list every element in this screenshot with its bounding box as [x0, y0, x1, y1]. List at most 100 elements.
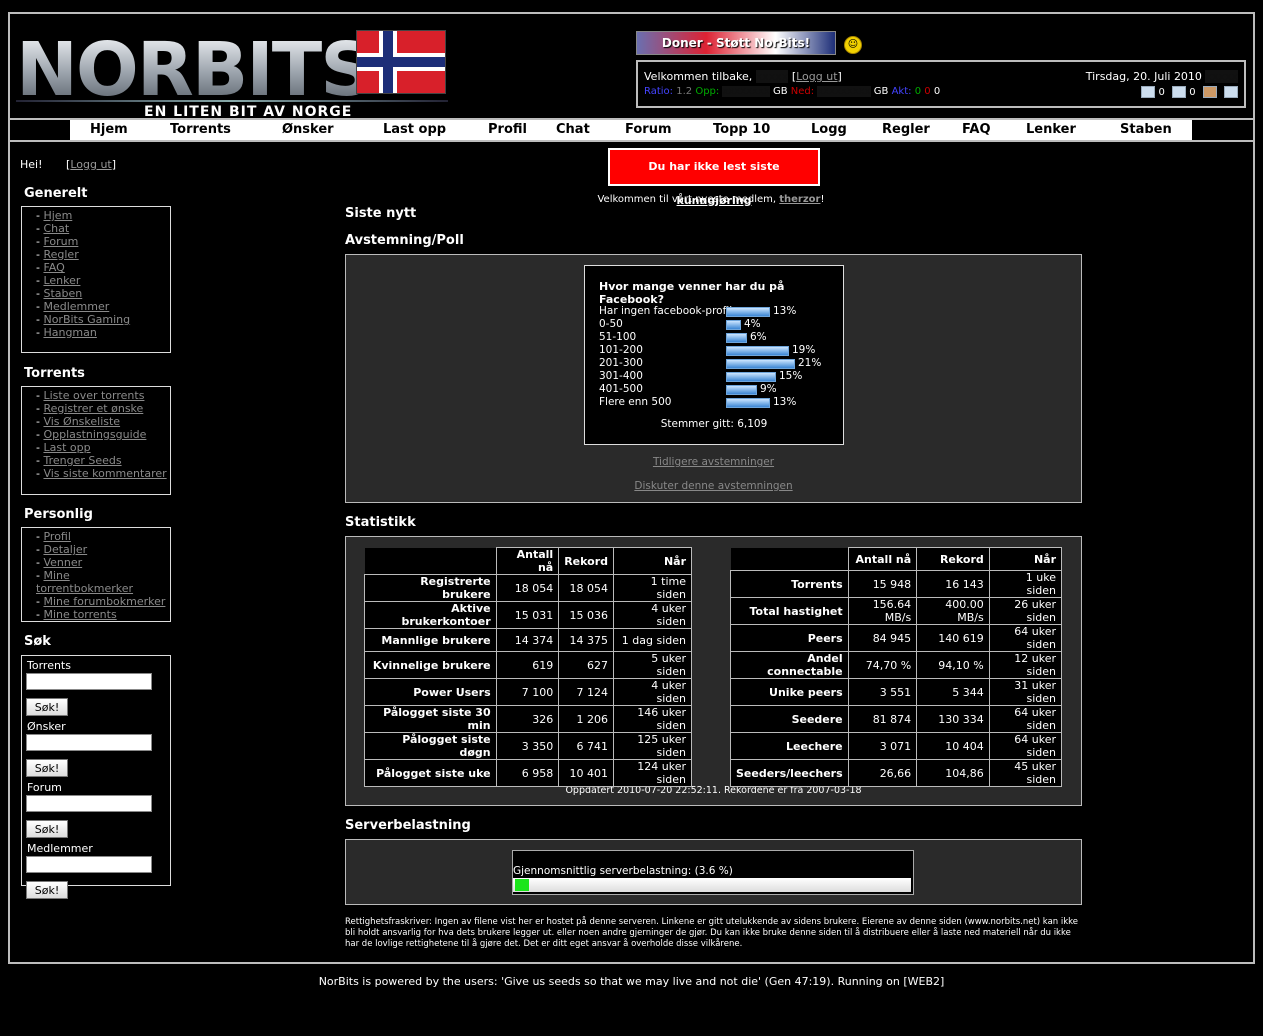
sidebar-box-torrents: - Liste over torrents - Registrer et ønsk… [21, 386, 171, 495]
nav-last-opp[interactable]: Last opp [383, 122, 446, 137]
stats-value: 130 334 [916, 705, 990, 733]
stats-table-torrents: Antall nå Rekord Når Torrents 15 948 16 143 1 … [730, 547, 1063, 787]
inbox-icon[interactable] [1172, 86, 1187, 98]
username-redacted[interactable]: xxxxx [755, 70, 789, 83]
nav-chat[interactable]: Chat [556, 122, 590, 137]
stats-label: Andel connectable [730, 651, 849, 679]
poll-bar [726, 359, 795, 369]
stats-header-0: Antall nå [495, 547, 560, 575]
sidebar-link-lenker[interactable]: Lenker [43, 274, 80, 287]
sidebar-logout-link[interactable]: Logg ut [70, 158, 111, 171]
sidebar-link-staben[interactable]: Staben [43, 287, 82, 300]
search-button-ønsker[interactable]: Søk! [26, 759, 68, 777]
poll-percent: 4% [744, 318, 761, 330]
nav-logg[interactable]: Logg [811, 122, 847, 137]
sidebar-link-liste-over-torrents[interactable]: Liste over torrents [43, 389, 144, 402]
sidebar-link-hangman[interactable]: Hangman [43, 326, 96, 339]
poll-bar [726, 307, 770, 317]
table-row: Pålogget siste uke 6 958 10 401 124 uker si… [364, 759, 692, 787]
poll-bar [726, 333, 747, 343]
sidebar-link-faq[interactable]: FAQ [43, 261, 64, 274]
mail-icon[interactable] [1141, 86, 1156, 98]
greeting-text: Hei! [20, 158, 43, 171]
sidebar-links: - Profil - Detaljer - Venner - Mine torrent… [22, 528, 170, 621]
logout-link[interactable]: Logg ut [796, 70, 837, 83]
sidebar-link-venner[interactable]: Venner [43, 556, 82, 569]
stats-header-row: Antall nå Rekord Når [730, 547, 1063, 571]
sidebar-link-profil[interactable]: Profil [43, 530, 70, 543]
sidebar-link-mine-torrentbokmerker[interactable]: Mine torrentbokmerker [36, 569, 133, 595]
sidebar-link-opplastningsguide[interactable]: Opplastningsguide [43, 428, 146, 441]
sidebar-link-mine-forumbokmerker[interactable]: Mine forumbokmerker [43, 595, 165, 608]
previous-polls-link[interactable]: Tidligere avstemninger [346, 456, 1081, 468]
nav-regler[interactable]: Regler [882, 122, 930, 137]
nav-faq[interactable]: FAQ [962, 122, 991, 137]
sidebar-link-registrer-et-ønske[interactable]: Registrer et ønske [43, 402, 143, 415]
smiley-icon[interactable]: ☺ [844, 36, 862, 54]
pm-count: 0 [1158, 87, 1165, 98]
newest-member-line: Velkommen til vårt nyeste medlem, therzo… [410, 194, 1012, 205]
nav-topp-10[interactable]: Topp 10 [713, 122, 770, 137]
stats-value: 14 374 [495, 628, 560, 652]
newest-member-link[interactable]: therzor [779, 194, 820, 205]
main-navigation: Hjem Torrents Ønsker Last opp Profil Chat Foru… [10, 118, 1253, 142]
sidebar-item: - FAQ [36, 261, 65, 274]
sidebar-link-regler[interactable]: Regler [43, 248, 78, 261]
search-input-medlemmer[interactable] [26, 856, 152, 873]
sidebar-link-detaljer[interactable]: Detaljer [43, 543, 87, 556]
announcement-alert[interactable]: Du har ikke lest siste kunngjøring [608, 148, 820, 207]
site-logo[interactable]: NORBITS EN LITEN BIT AV NORGE [16, 22, 448, 120]
page-frame: NORBITS EN LITEN BIT AV NORGE Doner - St… [8, 12, 1255, 964]
stats-header-blank [364, 547, 497, 575]
search-input-torrents[interactable] [26, 673, 152, 690]
poll-percent: 13% [773, 396, 797, 408]
table-row: Registrerte brukere 18 054 18 054 1 time si… [364, 574, 692, 602]
search-input-ønsker[interactable] [26, 734, 152, 751]
sidebar-link-vis-ønskeliste[interactable]: Vis Ønskeliste [43, 415, 120, 428]
nav-torrents[interactable]: Torrents [170, 122, 231, 137]
search-box: Torrents Søk! Ønsker Søk! Forum Søk! Medlemmer… [21, 655, 171, 899]
donate-banner[interactable]: Doner - Støtt NorBits! [636, 31, 836, 55]
sidebar-link-forum[interactable]: Forum [43, 235, 78, 248]
stats-panel: Oppdatert 2010-07-20 22:52:11. Rekordene… [345, 536, 1082, 806]
down-label: Ned: [790, 86, 815, 97]
table-row: Andel connectable 74,70 % 94,10 % 12 uker s… [730, 651, 1063, 679]
bookmark-icon[interactable] [1202, 86, 1217, 98]
settings-icon[interactable] [1224, 86, 1238, 98]
sidebar-link-last-opp[interactable]: Last opp [43, 441, 90, 454]
stats-value: 627 [558, 651, 615, 679]
search-input-forum[interactable] [26, 795, 152, 812]
nav-lenker[interactable]: Lenker [1026, 122, 1076, 137]
sidebar-link-chat[interactable]: Chat [43, 222, 69, 235]
search-button-torrents[interactable]: Søk! [26, 698, 68, 716]
sidebar-item: - Mine forumbokmerker [36, 595, 166, 608]
sidebar-link-medlemmer[interactable]: Medlemmer [43, 300, 109, 313]
table-row: Aktive brukerkontoer 15 031 15 036 4 uker s… [364, 601, 692, 629]
search-label-medlemmer: Medlemmer [27, 842, 93, 855]
sidebar-link-hjem[interactable]: Hjem [43, 209, 72, 222]
nav-profil[interactable]: Profil [488, 122, 527, 137]
sidebar-link-vis-siste-kommentarer[interactable]: Vis siste kommentarer [43, 467, 166, 480]
stats-label: Pålogget siste uke [364, 759, 497, 787]
news-heading: Siste nytt [345, 206, 417, 221]
table-row: Mannlige brukere 14 374 14 375 1 dag siden [364, 628, 692, 652]
down-unit: GB [873, 86, 889, 97]
poll-percent: 9% [760, 383, 777, 395]
sidebar-link-norbits-gaming[interactable]: NorBits Gaming [43, 313, 130, 326]
down-value-redacted: xxxxxxxxx [817, 86, 871, 97]
sidebar-item: - Mine torrents [36, 608, 117, 621]
discuss-poll-link[interactable]: Diskuter denne avstemningen [346, 480, 1081, 492]
nav-forum[interactable]: Forum [625, 122, 672, 137]
stats-header-2: Når [613, 547, 692, 575]
stats-label: Pålogget siste 30 min [364, 705, 497, 733]
sidebar-item: - Regler [36, 248, 79, 261]
search-button-medlemmer[interactable]: Søk! [26, 881, 68, 899]
nav-ønsker[interactable]: Ønsker [282, 122, 334, 137]
sidebar-link-trenger-seeds[interactable]: Trenger Seeds [43, 454, 121, 467]
ratio-value: 1.2 [676, 86, 693, 97]
search-button-forum[interactable]: Søk! [26, 820, 68, 838]
sidebar-link-mine-torrents[interactable]: Mine torrents [43, 608, 116, 621]
nav-staben[interactable]: Staben [1120, 122, 1172, 137]
poll-panel: Hvor mange venner har du på Facebook? St… [345, 254, 1082, 503]
nav-hjem[interactable]: Hjem [90, 122, 128, 137]
